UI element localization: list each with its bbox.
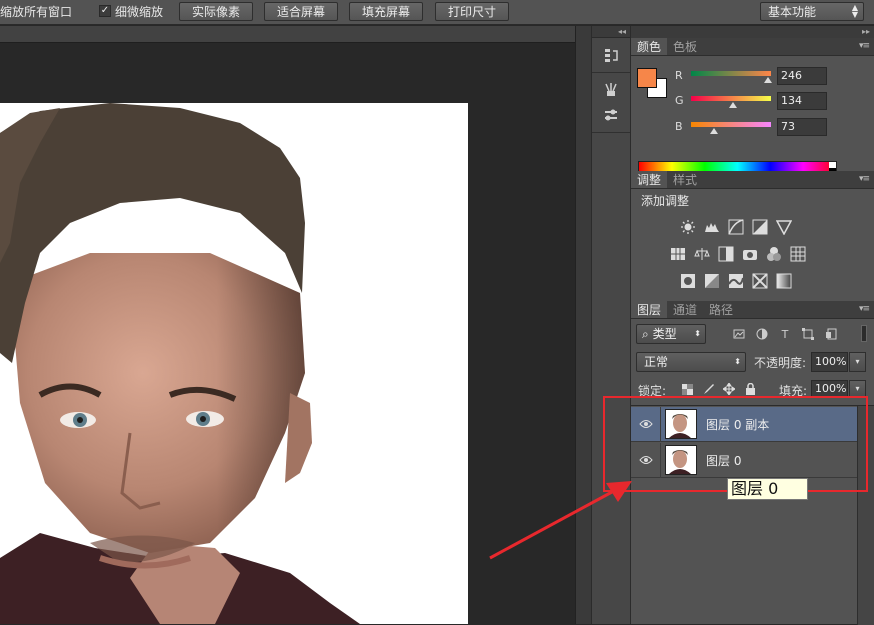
type-layer-filter-icon[interactable]: T — [777, 326, 793, 342]
lock-position-icon[interactable] — [722, 382, 736, 396]
invert-icon[interactable] — [679, 272, 697, 290]
updown-arrow-icon: ⬍ — [694, 329, 701, 338]
selective-color-icon[interactable] — [751, 272, 769, 290]
channel-r-thumb[interactable] — [764, 77, 772, 83]
channel-b-label: B — [675, 120, 683, 133]
channel-g-thumb[interactable] — [729, 102, 737, 108]
panel-icon-strip: ◂◂ — [591, 26, 631, 624]
history-icon[interactable] — [596, 43, 626, 67]
panel-menu-icon[interactable]: ▾≡ — [859, 304, 870, 314]
tool-presets-icon[interactable] — [596, 103, 626, 127]
channel-r-label: R — [675, 69, 683, 82]
channel-b-input[interactable]: 73 — [777, 118, 827, 136]
channel-r-slider[interactable] — [691, 71, 771, 76]
panel-menu-icon[interactable]: ▾≡ — [859, 174, 870, 184]
filter-kind-label: 类型 — [652, 327, 677, 341]
color-panel-tabs: 颜色 色板 ▾≡ — [631, 38, 874, 56]
document-vertical-scrollbar[interactable] — [575, 26, 591, 624]
tab-color[interactable]: 颜色 — [631, 38, 668, 55]
brightness-icon[interactable] — [679, 218, 697, 236]
options-bar: 缩放所有窗口 ✓ 细微缩放 实际像素 适合屏幕 填充屏幕 打印尺寸 基本功能 ▲… — [0, 0, 874, 25]
channel-b-thumb[interactable] — [710, 128, 718, 134]
levels-icon[interactable] — [703, 218, 721, 236]
pixel-layer-filter-icon[interactable] — [731, 326, 747, 342]
resize-windows-label: 缩放所有窗口 — [0, 4, 73, 19]
channel-r-row: R 246 — [675, 67, 871, 85]
channel-b-slider[interactable] — [691, 122, 771, 127]
fit-screen-button[interactable]: 适合屏幕 — [264, 2, 338, 21]
tab-swatches[interactable]: 色板 — [667, 38, 703, 55]
resize-windows-checkbox[interactable]: 缩放所有窗口 — [0, 3, 72, 19]
scrubby-zoom-label: 细微缩放 — [115, 4, 164, 19]
opacity-label: 不透明度: — [754, 356, 807, 370]
photo-filter-icon[interactable] — [741, 245, 759, 263]
print-size-button[interactable]: 打印尺寸 — [435, 2, 509, 21]
document-canvas[interactable] — [0, 103, 468, 624]
fill-screen-button[interactable]: 填充屏幕 — [349, 2, 423, 21]
filter-toggle-switch[interactable] — [861, 325, 867, 342]
layers-panel-tabs: 图层 通道 路径 ▾≡ — [631, 301, 874, 319]
gradient-map-icon[interactable] — [775, 272, 793, 290]
color-lookup-icon[interactable] — [789, 245, 807, 263]
scrubby-zoom-checkbox[interactable]: ✓ 细微缩放 — [99, 3, 163, 19]
tab-paths[interactable]: 路径 — [703, 301, 739, 318]
opacity-input[interactable]: 100% — [811, 352, 848, 372]
blend-mode-label: 正常 — [644, 355, 669, 369]
color-panel: 颜色 色板 ▾≡ R 246 G 134 B 73 — [631, 38, 874, 175]
adjustments-panel-tabs: 调整 样式 ▾≡ — [631, 171, 874, 189]
foreground-color-swatch[interactable] — [637, 68, 657, 88]
collapse-arrows-icon[interactable]: ◂◂ — [592, 26, 630, 38]
layer-filter-select[interactable]: ⌕ 类型 ⬍ — [636, 324, 706, 344]
exposure-icon[interactable] — [751, 218, 769, 236]
adjustments-panel: 调整 样式 ▾≡ 添加调整 — [631, 171, 874, 301]
channel-g-input[interactable]: 134 — [777, 92, 827, 110]
portrait-image — [0, 103, 468, 624]
channel-mixer-icon[interactable] — [765, 245, 783, 263]
tab-adjustments[interactable]: 调整 — [631, 171, 668, 188]
tab-layers[interactable]: 图层 — [631, 301, 668, 318]
updown-arrow-icon: ▲ ▼ — [851, 3, 858, 19]
shape-layer-filter-icon[interactable] — [800, 326, 816, 342]
panel-collapse-icon[interactable]: ▸▸ — [631, 26, 874, 38]
channel-r-input[interactable]: 246 — [777, 67, 827, 85]
posterize-icon[interactable] — [703, 272, 721, 290]
actual-pixels-button[interactable]: 实际像素 — [179, 2, 253, 21]
lock-transparency-icon[interactable] — [680, 382, 694, 396]
adjustment-layer-filter-icon[interactable] — [754, 326, 770, 342]
black-white-icon[interactable] — [717, 245, 735, 263]
channel-g-slider[interactable] — [691, 96, 771, 101]
updown-arrow-icon: ⬍ — [734, 357, 741, 366]
lock-all-icon[interactable] — [743, 382, 757, 396]
channel-g-label: G — [675, 94, 684, 107]
threshold-icon[interactable] — [727, 272, 745, 290]
filter-search-icon: ⌕ — [642, 327, 649, 341]
tab-styles[interactable]: 样式 — [667, 171, 703, 188]
add-adjustment-title: 添加调整 — [641, 194, 690, 208]
tab-channels[interactable]: 通道 — [667, 301, 703, 318]
channel-g-row: G 134 — [675, 92, 871, 110]
blend-row: 正常 ⬍ 不透明度: 100% ▾ — [636, 352, 869, 372]
checkmark-icon: ✓ — [99, 5, 111, 17]
right-panels: ▸▸ 颜色 色板 ▾≡ R 246 G 134 B 73 调整 样式 ▾≡ 添加… — [631, 26, 874, 625]
blend-mode-select[interactable]: 正常 ⬍ — [636, 352, 746, 372]
document-tab-strip — [0, 26, 575, 43]
panel-menu-icon[interactable]: ▾≡ — [859, 41, 870, 51]
workspace-label: 基本功能 — [768, 5, 817, 19]
layer-tooltip: 图层 0 — [727, 478, 808, 500]
brush-presets-icon[interactable] — [596, 78, 626, 102]
workspace-select[interactable]: 基本功能 ▲ ▼ — [760, 2, 864, 21]
curves-icon[interactable] — [727, 218, 745, 236]
vibrance-icon[interactable] — [775, 218, 793, 236]
lock-pixels-icon[interactable] — [701, 382, 715, 396]
opacity-dropdown-icon[interactable]: ▾ — [849, 352, 866, 372]
channel-b-row: B 73 — [675, 118, 871, 136]
layer-filter-row: ⌕ 类型 ⬍ T — [636, 324, 869, 344]
hue-saturation-icon[interactable] — [669, 245, 687, 263]
color-balance-icon[interactable] — [693, 245, 711, 263]
smart-object-filter-icon[interactable] — [823, 326, 839, 342]
